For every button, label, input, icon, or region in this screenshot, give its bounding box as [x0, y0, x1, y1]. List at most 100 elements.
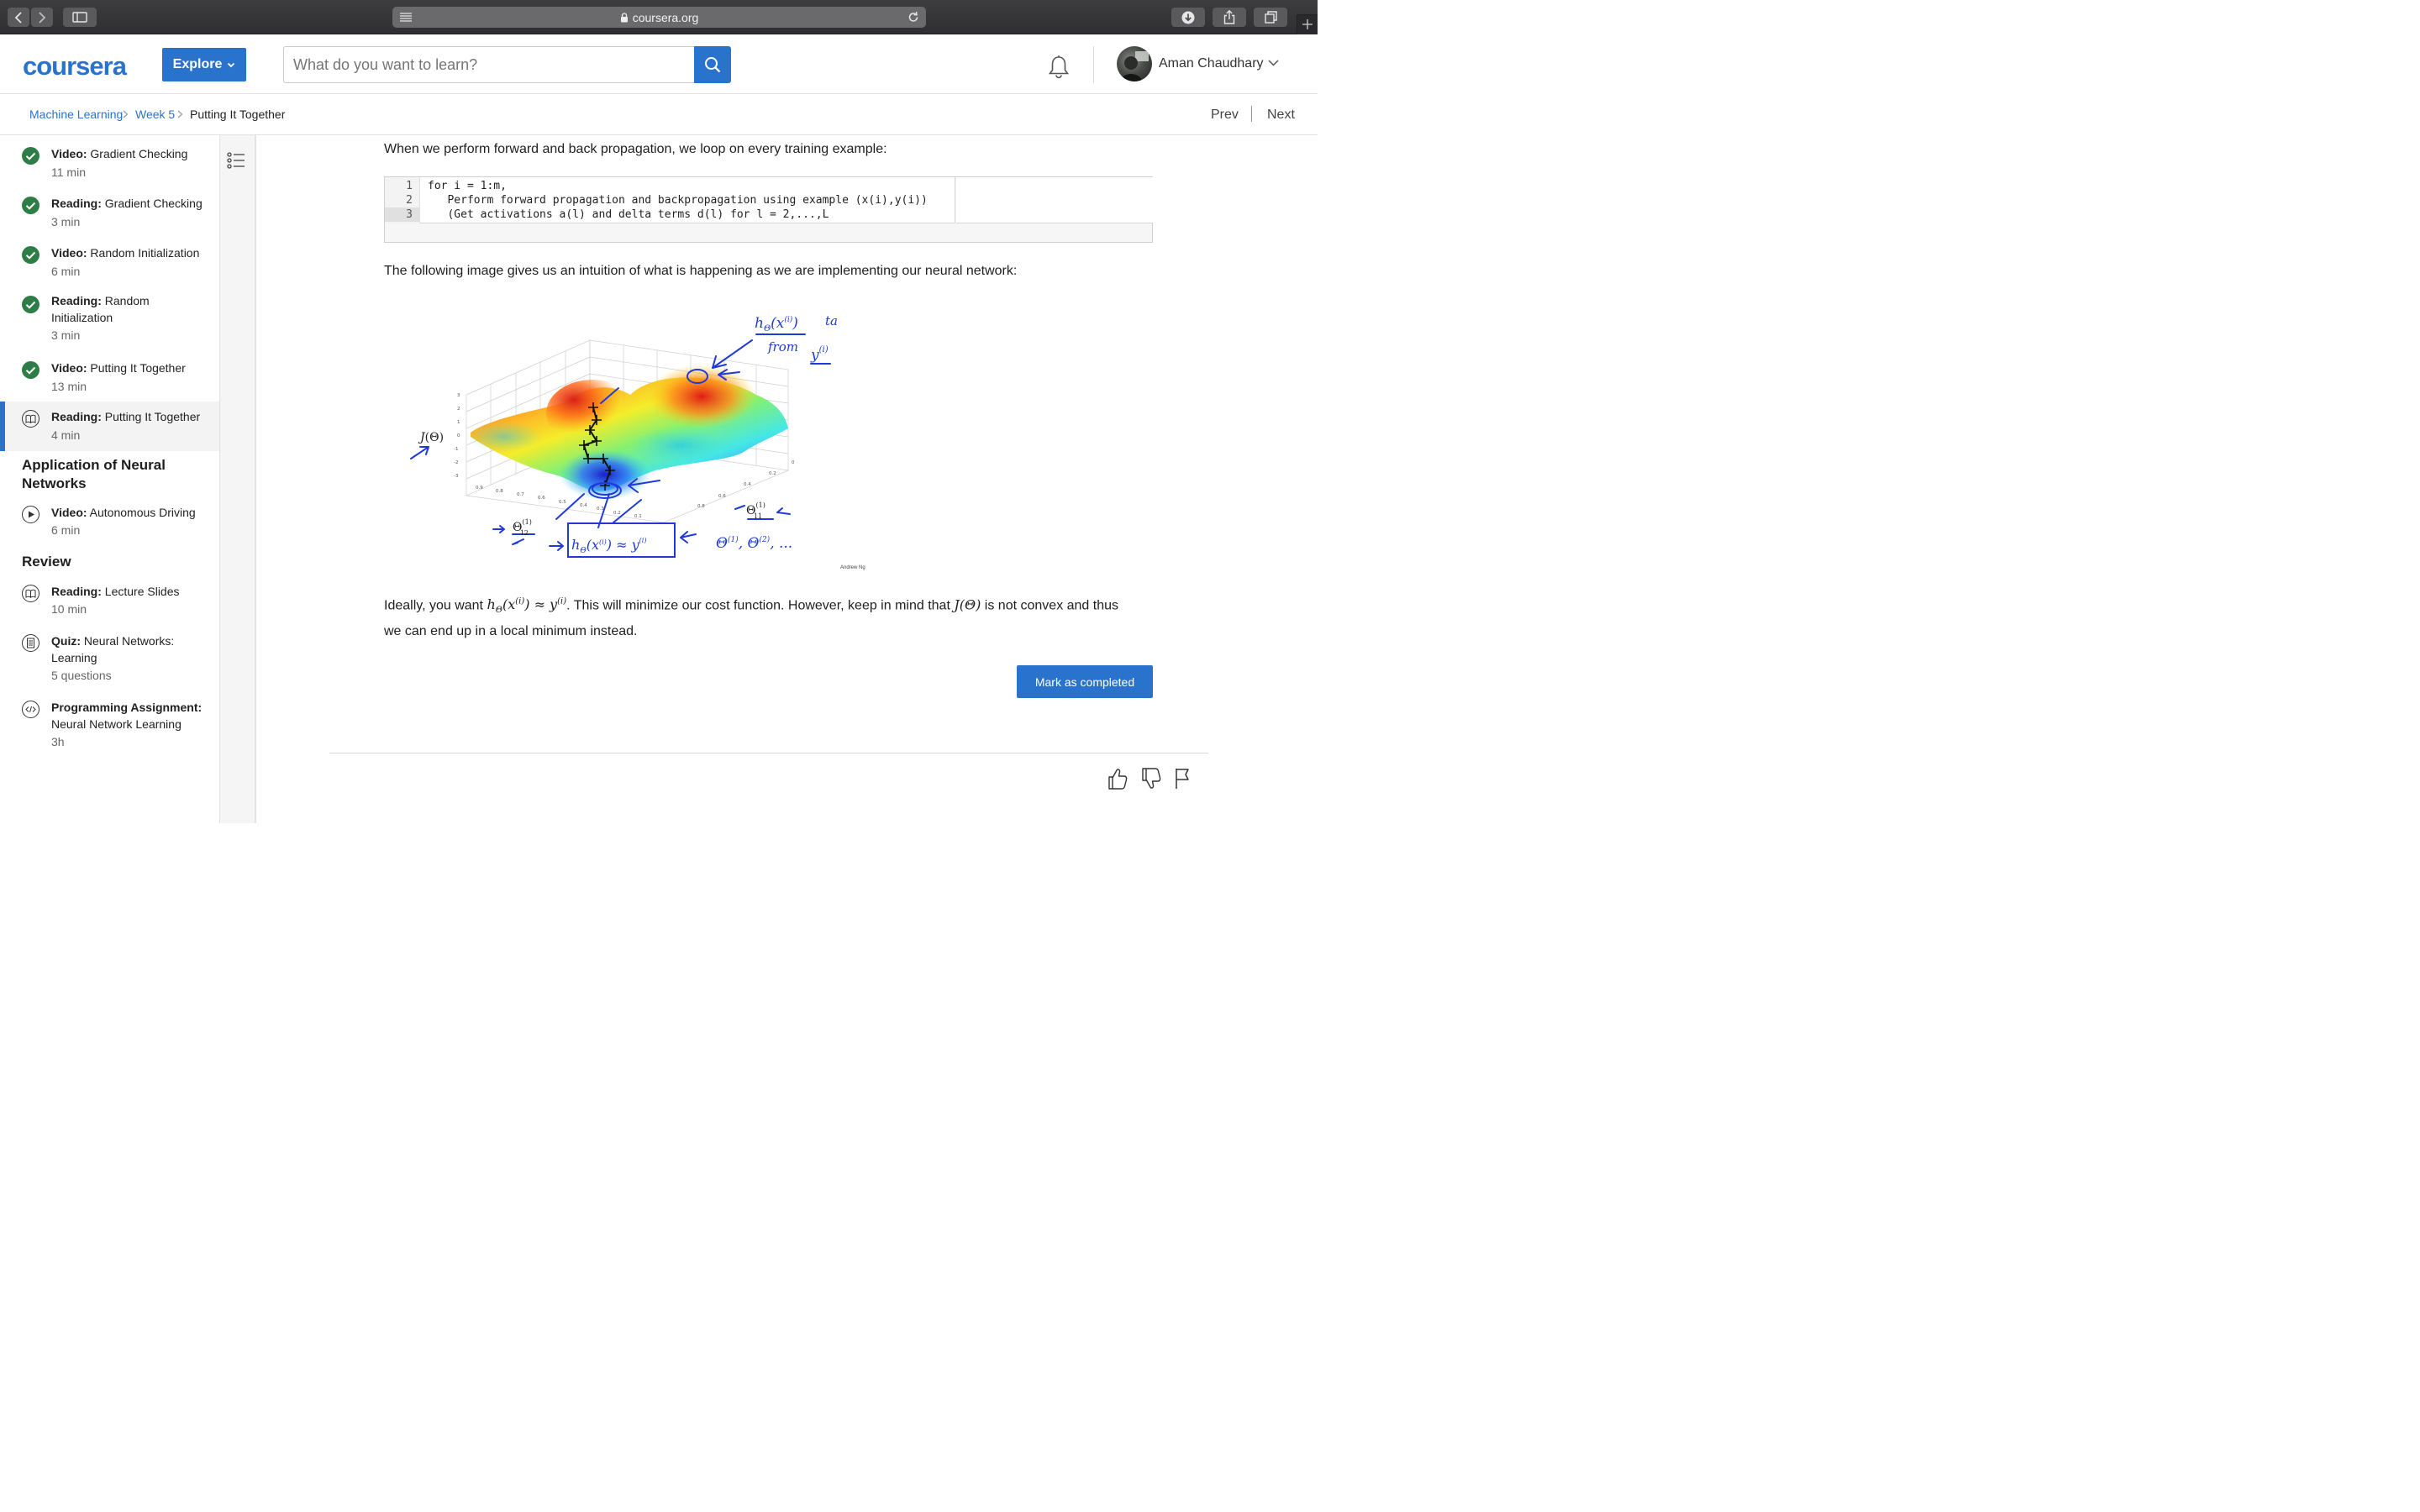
- downloads-button[interactable]: [1171, 8, 1205, 27]
- text-ideally: Ideally, you want: [384, 598, 487, 613]
- paragraph-intuition: The following image gives us an intuitio…: [384, 264, 1018, 278]
- svg-text:1: 1: [457, 420, 460, 425]
- item-title: Putting It Together: [90, 361, 186, 375]
- line-number: 1: [406, 180, 413, 192]
- svg-text:ta: ta: [825, 313, 838, 328]
- section-heading-application: Application of Neural Networks: [22, 457, 166, 491]
- svg-text:0.2: 0.2: [769, 471, 776, 476]
- prev-next-divider: [1251, 106, 1252, 122]
- avatar[interactable]: [1117, 46, 1152, 81]
- line-number: 3: [385, 207, 420, 222]
- back-button[interactable]: [8, 8, 29, 27]
- breadcrumb-current: Putting It Together: [190, 108, 286, 121]
- text-minimize: . This will minimize our cost function. …: [566, 598, 955, 613]
- item-duration: 3 min: [51, 328, 81, 342]
- svg-text:0.4: 0.4: [744, 482, 751, 487]
- sidebar-item-reading-lecture-slides[interactable]: Reading: Lecture Slides 10 min: [0, 581, 219, 630]
- sidebar-item-reading-putting-it-together[interactable]: Reading: Putting It Together 4 min: [0, 402, 219, 451]
- sidebar-item-video-random-initialization[interactable]: Video: Random Initialization 6 min: [0, 241, 219, 290]
- svg-text:0.5: 0.5: [559, 500, 566, 505]
- item-duration: 13 min: [51, 380, 87, 393]
- svg-text:Θ(1)11: Θ(1) 11: [746, 501, 765, 520]
- plus-icon: [1302, 19, 1313, 29]
- user-photo-icon: [1120, 51, 1149, 81]
- code-line: Perform forward propagation and backprop…: [428, 194, 928, 207]
- svg-text:0.8: 0.8: [697, 504, 705, 509]
- user-name[interactable]: Aman Chaudhary: [1159, 56, 1264, 71]
- bell-icon[interactable]: [1047, 55, 1071, 80]
- chevron-left-icon: [14, 11, 22, 24]
- new-tab-button[interactable]: [1297, 14, 1318, 34]
- explore-label: Explore: [172, 57, 223, 71]
- svg-text:0.6: 0.6: [538, 496, 545, 501]
- sidebar-item-video-gradient-checking[interactable]: Video: Gradient Checking 11 min: [0, 142, 219, 191]
- lock-icon: [620, 12, 628, 22]
- header-divider: [1093, 46, 1094, 83]
- svg-text:2: 2: [457, 407, 460, 412]
- svg-text:Θ(1), Θ(2), ...: Θ(1), Θ(2), ...: [716, 535, 792, 552]
- sidebar-item-reading-random-initialization[interactable]: Reading: Random Initialization 3 min: [0, 291, 219, 356]
- code-editor[interactable]: 1 2 3 for i = 1:m, Perform forward propa…: [385, 177, 955, 223]
- book-icon: [22, 585, 39, 602]
- tabs-button[interactable]: [1254, 8, 1287, 27]
- search-input[interactable]: [283, 46, 695, 83]
- share-icon: [1223, 10, 1235, 24]
- sidebar-item-programming-assignment[interactable]: Programming Assignment: Neural Network L…: [0, 697, 219, 763]
- thumbs-up-icon[interactable]: [1107, 767, 1128, 790]
- reload-icon[interactable]: [908, 11, 919, 24]
- list-toggle-icon[interactable]: [227, 152, 245, 169]
- item-type: Reading:: [51, 585, 102, 598]
- code-line: for i = 1:m,: [428, 180, 507, 192]
- check-circle-icon: [22, 246, 39, 264]
- item-type: Reading:: [51, 294, 102, 307]
- sidebar-item-quiz-neural-networks-learning[interactable]: Quiz: Neural Networks: Learning 5 questi…: [0, 631, 219, 696]
- item-duration: 6 min: [51, 523, 81, 537]
- svg-text:0.9: 0.9: [476, 486, 483, 491]
- toc-strip: [220, 135, 256, 823]
- flag-icon[interactable]: [1175, 767, 1192, 790]
- item-type: Reading:: [51, 410, 102, 423]
- quiz-icon: [22, 634, 39, 652]
- search-icon: [705, 57, 721, 73]
- svg-text:-1: -1: [454, 447, 458, 452]
- sidebar-item-video-autonomous-driving[interactable]: Video: Autonomous Driving 6 min: [0, 502, 219, 551]
- mark-as-completed-button[interactable]: Mark as completed: [1017, 665, 1153, 698]
- url-text: coursera.org: [632, 10, 699, 24]
- chevron-down-icon: [228, 62, 235, 67]
- svg-text:0: 0: [792, 460, 795, 465]
- svg-text:0.1: 0.1: [634, 514, 642, 519]
- svg-text:0.2: 0.2: [613, 511, 621, 516]
- coursera-logo[interactable]: coursera: [23, 51, 127, 81]
- item-title: Gradient Checking: [90, 147, 188, 160]
- figure-credit: Andrew Ng: [840, 565, 865, 570]
- forward-button[interactable]: [31, 8, 53, 27]
- item-title: Random Initialization: [90, 246, 200, 260]
- reader-icon[interactable]: [399, 12, 413, 23]
- sidebar-toggle-button[interactable]: [63, 8, 97, 27]
- item-questions: 5 questions: [51, 669, 112, 682]
- svg-text:hΘ(x(i)): hΘ(x(i)): [755, 315, 798, 333]
- share-button[interactable]: [1213, 8, 1246, 27]
- item-type: Video:: [51, 506, 87, 519]
- sidebar-item-reading-gradient-checking[interactable]: Reading: Gradient Checking 3 min: [0, 192, 219, 240]
- prev-link[interactable]: Prev: [1211, 108, 1239, 123]
- check-circle-icon: [22, 361, 39, 379]
- address-bar[interactable]: coursera.org: [392, 7, 926, 28]
- chevron-down-icon[interactable]: [1268, 60, 1279, 66]
- item-type: Video:: [51, 246, 87, 260]
- math-hypothesis: hΘ(x(i)) ≈ y(i): [487, 596, 567, 616]
- svg-text:0.4: 0.4: [580, 503, 587, 508]
- thumbs-down-icon[interactable]: [1141, 767, 1161, 790]
- breadcrumb-course[interactable]: Machine Learning: [29, 108, 123, 121]
- explore-button[interactable]: Explore: [162, 48, 246, 81]
- breadcrumb-week[interactable]: Week 5: [135, 108, 175, 121]
- item-title: Putting It Together: [104, 410, 201, 423]
- paragraph-loop: When we perform forward and back propaga…: [384, 142, 887, 156]
- sidebar-item-video-putting-it-together[interactable]: Video: Putting It Together 13 min: [0, 356, 219, 405]
- svg-text:J(Θ): J(Θ): [418, 431, 444, 444]
- next-link[interactable]: Next: [1267, 108, 1295, 123]
- tabs-icon: [1264, 11, 1277, 24]
- item-title: Lecture Slides: [104, 585, 180, 598]
- search-button[interactable]: [694, 46, 731, 83]
- item-type: Reading:: [51, 197, 102, 210]
